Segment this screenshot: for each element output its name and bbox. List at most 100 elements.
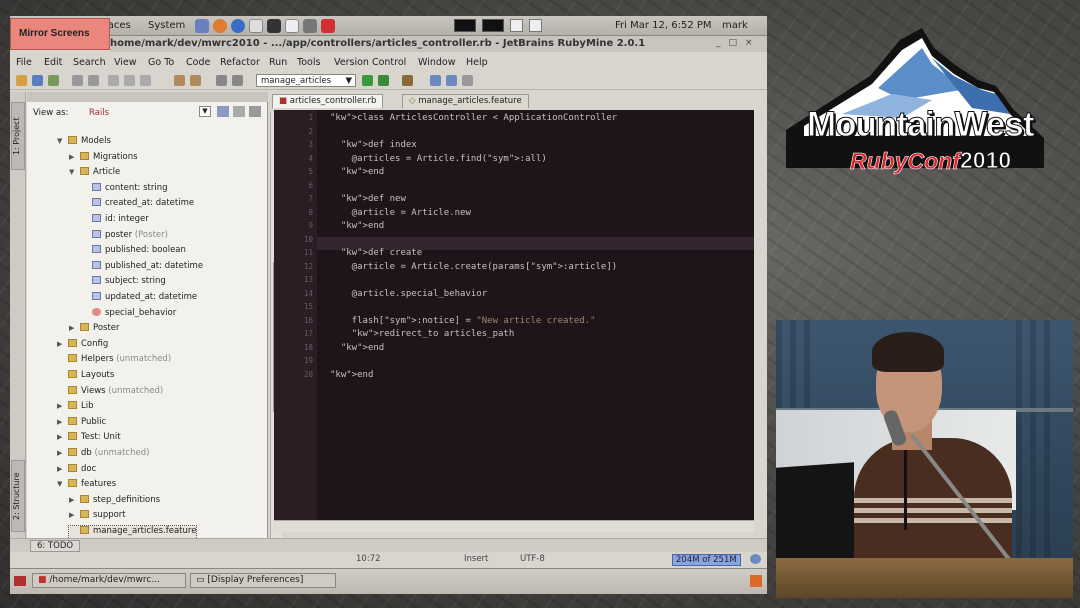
collapsed-icon[interactable]: ▶	[69, 511, 77, 519]
code-area[interactable]: "kw">class ArticlesController < Applicat…	[330, 113, 617, 383]
collapsed-icon[interactable]: ▶	[57, 465, 65, 473]
tree-item[interactable]: ▶ Public	[57, 416, 106, 432]
workspace-switcher-icon[interactable]	[482, 19, 504, 32]
tree-item[interactable]: ▶ Poster	[69, 323, 120, 338]
code-line[interactable]: @articles = Article.find("sym">:all)	[330, 154, 617, 168]
code-line[interactable]: "kw">end	[330, 221, 617, 235]
code-line[interactable]: "kw">end	[330, 370, 617, 384]
code-line[interactable]: "kw">redirect_to articles_path	[330, 329, 617, 343]
collapsed-icon[interactable]: ▶	[57, 449, 65, 457]
chat-icon[interactable]	[285, 19, 299, 33]
document-icon[interactable]	[249, 19, 263, 33]
panel-hide-icon[interactable]	[249, 106, 261, 117]
task-display-preferences[interactable]: ▭ [Display Preferences]	[190, 573, 336, 588]
tree-item[interactable]: ▶ Migrations	[69, 151, 138, 167]
debug-icon[interactable]	[378, 75, 389, 86]
tree-item[interactable]: ▶ support	[69, 510, 126, 525]
paste-icon[interactable]	[140, 75, 151, 86]
terminal-icon[interactable]	[267, 19, 281, 33]
panel-options-icon[interactable]	[217, 106, 229, 117]
collapsed-icon[interactable]: ▶	[69, 324, 77, 332]
replace-icon[interactable]	[190, 75, 201, 86]
close-icon[interactable]: ×	[745, 38, 761, 48]
inspector-icon[interactable]	[750, 554, 761, 564]
run-configuration-select[interactable]: manage_articles ▼	[256, 74, 356, 87]
help-icon[interactable]	[446, 75, 457, 86]
firefox-icon[interactable]	[213, 19, 227, 33]
tab-articles-controller[interactable]: ■ articles_controller.rb	[272, 94, 384, 108]
code-line[interactable]: @article.special_behavior	[330, 289, 617, 303]
code-line[interactable]	[330, 235, 617, 249]
panel-settings-icon[interactable]	[233, 106, 245, 117]
editor-horizontal-scrollbar[interactable]	[274, 520, 754, 532]
cut-icon[interactable]	[108, 75, 119, 86]
collapsed-icon[interactable]: ▶	[57, 418, 65, 426]
code-line[interactable]	[330, 356, 617, 370]
structure-tool-tab[interactable]: 2: Structure	[11, 460, 25, 532]
todo-tool-tab[interactable]: 6: TODO	[30, 540, 81, 552]
tree-item[interactable]: created_at: datetime	[81, 198, 194, 213]
code-line[interactable]: @article = Article.new	[330, 208, 617, 222]
show-desktop-icon[interactable]	[14, 576, 26, 586]
network-status-icon[interactable]	[510, 19, 523, 32]
menu-goto[interactable]: Go To	[148, 57, 174, 68]
expanded-icon[interactable]: ▼	[57, 137, 65, 145]
save-icon[interactable]	[32, 75, 43, 86]
open-icon[interactable]	[16, 75, 27, 86]
tab-manage-articles-feature[interactable]: ◇ manage_articles.feature	[402, 94, 529, 108]
gnome-menu-system[interactable]: System	[148, 20, 185, 31]
copy-icon[interactable]	[124, 75, 135, 86]
code-line[interactable]: "kw">def index	[330, 140, 617, 154]
collapsed-icon[interactable]: ▶	[57, 340, 65, 348]
tree-item[interactable]: special_behavior	[81, 307, 176, 323]
expanded-icon[interactable]: ▼	[69, 168, 77, 176]
menu-version-control[interactable]: Version Control	[334, 57, 406, 68]
view-as-chevron-icon[interactable]: ▼	[199, 106, 211, 117]
code-line[interactable]: flash["sym">:notice] = "New article crea…	[330, 316, 617, 330]
tree-item[interactable]: ▼ Models	[57, 136, 111, 151]
file-encoding[interactable]: UTF-8	[520, 554, 545, 564]
find-icon[interactable]	[174, 75, 185, 86]
code-line[interactable]: "kw">def create	[330, 248, 617, 262]
collapsed-icon[interactable]: ▶	[69, 153, 77, 161]
task-rubymine[interactable]: ■ /home/mark/dev/mwrc...	[32, 573, 186, 588]
browser-icon[interactable]	[231, 19, 245, 33]
tree-item[interactable]: published_at: datetime	[81, 260, 203, 276]
menu-search[interactable]: Search	[73, 57, 106, 68]
collapsed-icon[interactable]: ▶	[57, 402, 65, 410]
code-line[interactable]: "kw">class ArticlesController < Applicat…	[330, 113, 617, 127]
menu-code[interactable]: Code	[186, 57, 210, 68]
code-line[interactable]	[330, 275, 617, 289]
menu-tools[interactable]: Tools	[297, 57, 320, 68]
menu-file[interactable]: File	[16, 57, 32, 68]
caret-position[interactable]: 10:72	[356, 554, 381, 564]
structure-icon[interactable]	[462, 75, 473, 86]
tree-item[interactable]: Layouts	[57, 370, 114, 385]
settings-icon[interactable]	[303, 19, 317, 33]
tree-item[interactable]: ▶ Config	[57, 338, 108, 354]
network-icon[interactable]	[195, 19, 209, 33]
tree-item[interactable]: ▶ db (unmatched)	[57, 448, 149, 463]
code-line[interactable]	[330, 302, 617, 316]
tree-item[interactable]: ▶ Test: Unit	[57, 432, 121, 447]
workspace-switcher-icon[interactable]	[454, 19, 476, 32]
view-as-select[interactable]: Rails	[89, 108, 109, 118]
collapsed-icon[interactable]: ▶	[69, 496, 77, 504]
tree-item[interactable]: content: string	[81, 182, 168, 198]
code-line[interactable]	[330, 181, 617, 195]
settings-icon[interactable]	[430, 75, 441, 86]
tree-item[interactable]: ▶ step_definitions	[69, 494, 160, 510]
code-editor[interactable]: 1 2 3 4 5 6 7 8 9 10 11 12 13 14 15 16 17 18 19 20 "kw">cla…	[274, 110, 754, 520]
minimize-icon[interactable]: _	[716, 38, 729, 48]
expanded-icon[interactable]: ▼	[57, 480, 65, 488]
sync-icon[interactable]	[48, 75, 59, 86]
undo-icon[interactable]	[72, 75, 83, 86]
tree-item[interactable]: ▶ Lib	[57, 401, 94, 416]
memory-indicator[interactable]: 204M of 251M	[672, 554, 741, 566]
tree-item[interactable]: ▼ Article	[69, 167, 120, 182]
tree-item[interactable]: poster (Poster)	[81, 229, 168, 245]
redo-icon[interactable]	[88, 75, 99, 86]
code-line[interactable]	[330, 127, 617, 141]
forward-icon[interactable]	[232, 75, 243, 86]
menu-view[interactable]: View	[114, 57, 137, 68]
